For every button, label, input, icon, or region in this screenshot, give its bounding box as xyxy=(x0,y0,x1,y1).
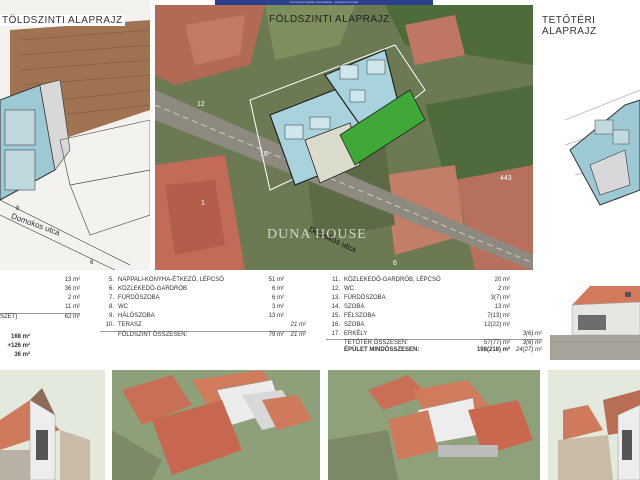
lot-number-a-label: 12 xyxy=(197,101,205,108)
render-view-3 xyxy=(328,370,540,480)
render-2-drawing xyxy=(112,370,320,480)
table-total-row: TETŐTÉR ÖSSZESEN: 57(77) m² 3(6) m² xyxy=(326,339,542,347)
lot-number-c-label: 8 xyxy=(16,206,20,212)
right-plan-title: TETŐTÉRI ALAPRAJZ xyxy=(540,15,640,37)
table-grand-total-row: ÉPÜLET MINDÖSSZESEN: 198(218) m² 24(27) m² xyxy=(344,347,542,353)
table-row: 15. FÉLSZOBA 7(13) m² xyxy=(331,313,510,319)
right-floor-plan: TETŐTÉRI ALAPRAJZ xyxy=(535,0,640,270)
left-plan-title: TÖLDSZINTI ALAPRAJZ xyxy=(0,15,125,26)
render-4-drawing xyxy=(548,370,640,480)
table-row: 11. KÖZLEKEDŐ-GARDRÓB, LÉPCSŐ 20 m² xyxy=(332,277,510,283)
table-row: 10. TERASZ 21 m² xyxy=(105,322,306,328)
table-row: 9. HÁLÓSZOBA 13 m² xyxy=(108,313,284,319)
center-plan-title: FÖLDSZINTI ALAPRAJZ xyxy=(269,14,390,25)
lot-number-d-label: 6 xyxy=(90,260,94,266)
lot-number-b-label: 16 xyxy=(260,151,268,158)
render-view-4 xyxy=(548,370,640,480)
center-floor-plan: FÖLDSZINTI ALAPRAJZ 12 16 443 1 6 Domoko… xyxy=(155,5,533,270)
table-row: 8. WC 3 m² xyxy=(108,304,284,310)
left-plan-drawing xyxy=(0,20,150,270)
render-3-drawing xyxy=(328,370,540,480)
right-plan-drawing xyxy=(564,89,640,206)
render-1-drawing xyxy=(0,370,105,480)
table-row: 6. KÖZLEKEDŐ-GARDRÓB 6 m² xyxy=(108,286,284,292)
table-row: 16. SZOBA 12(22) m² xyxy=(331,322,510,328)
table-row: 5. NAPPALI-KONYHA-ÉTKEZŐ, LÉPCSŐ 51 m² xyxy=(108,277,284,283)
table-row: 14. SZOBA 13 m² xyxy=(331,304,510,310)
lot-number-g-label: 6 xyxy=(393,260,397,267)
table-row: 17. ERKÉLY 3(6) m² xyxy=(331,331,542,337)
lot-number-f-label: 1 xyxy=(201,200,205,207)
elevation-render xyxy=(550,280,640,360)
watermark: DUNA HOUSE xyxy=(267,227,367,242)
elevation-drawing xyxy=(550,286,640,360)
render-view-1 xyxy=(0,370,105,480)
render-view-2 xyxy=(112,370,320,480)
table-row: 13. FÜRDŐSZOBA 3(7) m² xyxy=(331,295,510,301)
table-row: SZET) 62 m² xyxy=(0,313,80,320)
table-row: 7. FÜRDŐSZOBA 6 m² xyxy=(108,295,284,301)
table-total-row: FÖLDSZINT ÖSSZESEN: 79 m² 21 m² xyxy=(100,331,306,339)
table-row: 12. WC 2 m² xyxy=(331,286,510,292)
lot-number-e-label: 443 xyxy=(500,175,512,182)
left-floor-plan: TÖLDSZINTI ALAPRAJZ Domokos utca 8 6 xyxy=(0,0,150,270)
